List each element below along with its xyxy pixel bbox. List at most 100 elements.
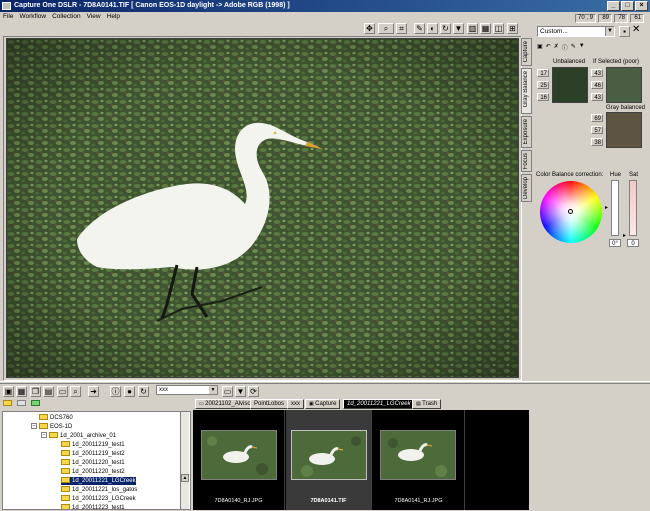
cursor-xy: 70 , 9: [574, 14, 596, 23]
mark-icon[interactable]: ●: [124, 386, 135, 397]
grid-view-icon[interactable]: ▦: [16, 386, 27, 397]
save-preset-icon[interactable]: ▪: [619, 26, 630, 37]
selected-swatch: [606, 67, 642, 103]
develop-icon[interactable]: ▤: [43, 386, 54, 397]
add-folder-icon[interactable]: [31, 400, 40, 406]
new-folder-icon[interactable]: [17, 400, 26, 406]
folder-icon[interactable]: [3, 400, 12, 406]
cursor-g: 78: [614, 14, 628, 23]
tab-lgcreek[interactable]: 1d_20011221_LGCreek: [343, 399, 415, 409]
selected-b: 43: [591, 93, 603, 101]
close-button[interactable]: ×: [635, 1, 648, 11]
filter-icon[interactable]: ▼: [579, 43, 585, 52]
tree-item[interactable]: DCS760: [39, 414, 73, 422]
filter-icon[interactable]: ▼: [453, 23, 464, 34]
tab-gray-balance[interactable]: Gray Balance: [521, 68, 532, 114]
menu-collection[interactable]: Collection: [52, 12, 81, 22]
sat-value[interactable]: 0: [627, 239, 639, 247]
tree-item[interactable]: 1d_20011220_test1: [61, 459, 125, 467]
reset-icon[interactable]: ✗: [554, 43, 559, 52]
folder-icon: [61, 468, 70, 475]
tab-xxx[interactable]: xxx: [287, 399, 304, 409]
tab-focus[interactable]: Focus: [521, 150, 532, 172]
window-title: Capture One DSLR - 7D8A0141.TIF [ Canon …: [14, 2, 290, 9]
undo-icon[interactable]: ↶: [546, 43, 551, 52]
collapse-icon[interactable]: −: [31, 423, 37, 430]
tree-item[interactable]: 1d_20011219_test2: [61, 450, 125, 458]
tab-capture[interactable]: ▣ Capture: [305, 399, 341, 409]
folder-icon: [61, 477, 70, 484]
thumbnail-image[interactable]: [291, 430, 367, 480]
compare-icon[interactable]: ▥: [467, 23, 478, 34]
zoom-tool-icon[interactable]: ⌕: [378, 23, 394, 34]
tree-item[interactable]: −1d_2001_archive_01: [41, 432, 116, 440]
thumbnail-cell[interactable]: 7D8A0141_RJ.JPG: [373, 410, 465, 510]
nav-icon[interactable]: ➜: [88, 386, 99, 397]
zoom-icon[interactable]: ⌕: [70, 386, 81, 397]
pane-splitter[interactable]: [0, 381, 650, 384]
exposure-warning-icon[interactable]: ◐: [427, 23, 438, 34]
folder-icon: [49, 432, 58, 439]
hand-tool-icon[interactable]: ✥: [364, 23, 375, 34]
scroll-up-icon[interactable]: ▲: [181, 474, 189, 482]
tree-item[interactable]: 1d_20011223_LGCreek: [61, 495, 136, 503]
thumbnail-image[interactable]: [201, 430, 277, 480]
rotate-icon[interactable]: ↻: [138, 386, 149, 397]
camera-icon[interactable]: ▣: [537, 43, 543, 52]
gray-picker-icon[interactable]: ✎: [414, 23, 425, 34]
hue-value[interactable]: 0°: [609, 239, 621, 247]
layout-icon[interactable]: ⊞: [507, 23, 518, 34]
thumbnail-cell-selected[interactable]: 7D8A0141.TIF: [286, 410, 372, 510]
tab-20021102-alviso[interactable]: ▭ 20021102_Alviso: [195, 399, 255, 409]
cursor-b: 61: [630, 14, 644, 23]
info-icon[interactable]: ⓘ: [562, 43, 568, 52]
filter-icon[interactable]: ▼: [235, 386, 246, 397]
unbalanced-r: 17: [537, 69, 549, 77]
unbalanced-swatch: [552, 67, 588, 103]
folder-icon[interactable]: ▭: [222, 386, 233, 397]
tree-item-selected[interactable]: 1d_20011221_LGCreek: [61, 477, 136, 485]
viewer-toolbar: ✥ ⌕ ⌗ ✎ ◐ ↻ ▼ ▥ ▦ ◫ ⊞: [0, 22, 530, 36]
tree-item[interactable]: 1d_20011221_los_gatos: [61, 486, 137, 494]
wheel-handle[interactable]: [568, 209, 573, 214]
tab-develop[interactable]: Develop: [521, 174, 532, 202]
folder-icon: [61, 486, 70, 493]
tab-capture[interactable]: Capture: [521, 38, 532, 66]
tab-exposure[interactable]: Exposure: [521, 116, 532, 148]
menu-workflow[interactable]: Workflow: [19, 12, 46, 22]
delete-preset-icon[interactable]: ✕: [632, 24, 640, 35]
rotate-icon[interactable]: ↻: [440, 23, 451, 34]
maximize-button[interactable]: □: [621, 1, 634, 11]
window-title-bar: Capture One DSLR - 7D8A0141.TIF [ Canon …: [0, 0, 650, 12]
thumbnail-image[interactable]: [380, 430, 456, 480]
gray-g: 57: [591, 126, 603, 134]
folder-combo[interactable]: xxx ▼: [156, 385, 218, 395]
menu-view[interactable]: View: [87, 12, 101, 22]
copy-icon[interactable]: ❐: [30, 386, 41, 397]
minimize-button[interactable]: _: [607, 1, 620, 11]
refresh-icon[interactable]: ⟳: [248, 386, 259, 397]
camera-icon[interactable]: ▣: [3, 386, 14, 397]
tree-item[interactable]: − EOS-1D: [31, 423, 72, 431]
menu-file[interactable]: File: [3, 12, 13, 22]
menu-help[interactable]: Help: [107, 12, 120, 22]
tab-trash[interactable]: ▤ Trash: [412, 399, 442, 409]
sat-slider[interactable]: [629, 180, 637, 236]
folder-open-icon[interactable]: ▭: [57, 386, 68, 397]
gray-balanced-swatch: [606, 112, 642, 148]
tree-item[interactable]: 1d_20011219_test1: [61, 441, 125, 449]
hue-slider[interactable]: [611, 180, 619, 236]
tree-item[interactable]: 1d_20011220_test2: [61, 468, 125, 476]
tree-item[interactable]: 1d_20011223_test1: [61, 504, 125, 509]
picker-icon[interactable]: ✎: [571, 43, 576, 52]
overlay-icon[interactable]: ◫: [493, 23, 504, 34]
tab-pointlobos[interactable]: PointLobos: [250, 399, 289, 409]
collapse-icon[interactable]: −: [41, 432, 47, 439]
preset-dropdown[interactable]: Custom... ▼: [537, 26, 615, 37]
image-viewer[interactable]: [6, 38, 519, 378]
tree-scrollbar[interactable]: ▲: [180, 412, 189, 509]
thumbnail-cell[interactable]: 7D8A0140_RJ.JPG: [193, 410, 285, 510]
grid-icon[interactable]: ▦: [480, 23, 491, 34]
info-icon[interactable]: ⓘ: [110, 386, 121, 397]
crop-tool-icon[interactable]: ⌗: [396, 23, 407, 34]
